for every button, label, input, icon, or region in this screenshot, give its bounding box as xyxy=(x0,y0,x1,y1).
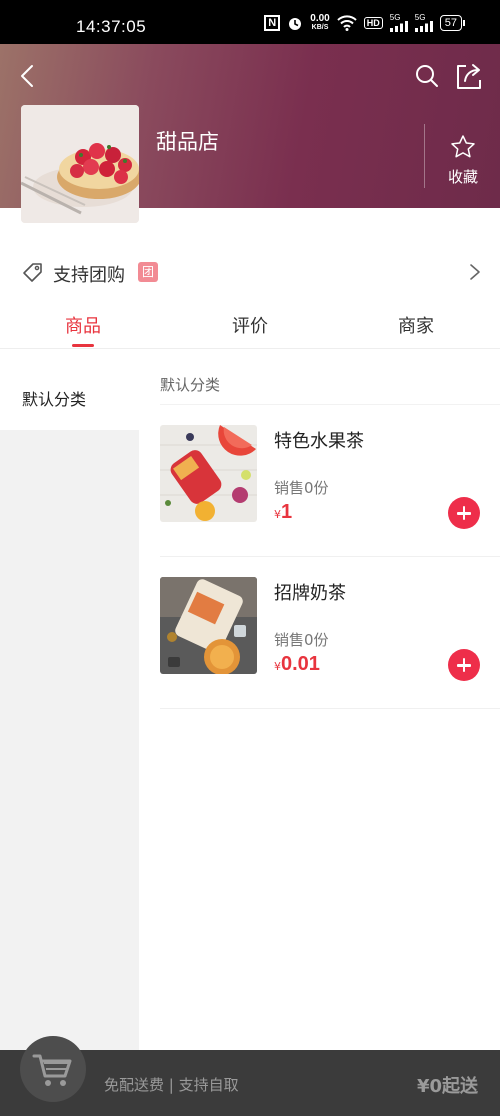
signal-2-label: 5G xyxy=(414,13,426,22)
share-icon xyxy=(457,64,481,89)
milk-tea-image xyxy=(160,577,257,674)
back-arrow-icon xyxy=(21,65,33,87)
battery-icon: 57 xyxy=(439,15,466,31)
star-icon xyxy=(451,135,475,158)
store-header: 甜品店 收藏 xyxy=(0,44,500,223)
product-item[interactable]: 招牌奶茶 销售0份 ¥0.01 xyxy=(160,557,500,709)
cart-bar: 免配送费 | 支持自取 ¥0起送 xyxy=(0,1036,500,1116)
active-tab-indicator xyxy=(72,344,94,347)
group-buy-row[interactable]: 支持团购 团 xyxy=(0,246,500,298)
group-buy-label: 支持团购 xyxy=(53,265,125,286)
nfc-icon: N xyxy=(264,15,281,31)
network-speed: 0.00 KB/S xyxy=(310,14,329,32)
back-button[interactable] xyxy=(14,62,42,90)
product-name: 特色水果茶 xyxy=(274,431,364,452)
sidebar-item-label: 默认分类 xyxy=(22,390,87,409)
tab-reviews[interactable]: 评价 xyxy=(232,312,268,338)
sidebar-item-default[interactable]: 默认分类 xyxy=(0,350,139,430)
search-button[interactable] xyxy=(413,62,441,90)
signal-1-label: 5G xyxy=(389,13,401,22)
status-bar: 14:37:05 N 0.00 KB/S HD 5G 5G 57 xyxy=(0,0,500,44)
share-button[interactable] xyxy=(452,60,484,92)
product-price: ¥0.01 xyxy=(274,653,320,676)
chevron-right-icon xyxy=(470,264,480,280)
category-title: 默认分类 xyxy=(160,376,221,394)
status-icons: N 0.00 KB/S HD 5G 5G 57 xyxy=(264,13,466,32)
add-to-cart-button[interactable] xyxy=(448,649,480,681)
product-sales: 销售0份 xyxy=(274,479,329,497)
product-price: ¥1 xyxy=(274,501,292,524)
category-sidebar: 默认分类 xyxy=(0,350,139,1050)
delivery-info: 免配送费 | 支持自取 xyxy=(104,1076,239,1094)
product-image xyxy=(160,425,257,522)
signal-icon-2: 5G xyxy=(414,13,433,32)
cart-button[interactable] xyxy=(20,1036,86,1102)
tab-bar: 商品 评价 商家 xyxy=(0,302,500,349)
shopping-cart-icon xyxy=(32,1054,72,1086)
store-name: 甜品店 xyxy=(156,130,219,154)
strawberry-tart-image xyxy=(21,105,139,223)
add-to-cart-button[interactable] xyxy=(448,497,480,529)
product-image xyxy=(160,577,257,674)
tag-icon xyxy=(23,263,42,282)
signal-icon-1: 5G xyxy=(389,13,408,32)
product-item[interactable]: 特色水果茶 销售0份 ¥1 xyxy=(160,405,500,557)
search-icon xyxy=(416,65,438,87)
speed-value: 0.00 xyxy=(310,13,330,24)
status-time: 14:37:05 xyxy=(76,17,147,36)
hd-icon: HD xyxy=(363,17,383,29)
tab-merchant[interactable]: 商家 xyxy=(398,312,434,338)
price-value: 0.01 xyxy=(281,653,320,675)
product-sales: 销售0份 xyxy=(274,631,329,649)
store-image xyxy=(21,105,139,223)
product-name: 招牌奶茶 xyxy=(274,583,346,604)
fruit-tea-image xyxy=(160,425,257,522)
favorite-button[interactable]: 收藏 xyxy=(440,134,486,190)
wifi-icon xyxy=(337,15,357,31)
tab-products[interactable]: 商品 xyxy=(65,312,101,338)
price-value: 1 xyxy=(281,501,293,523)
alarm-icon xyxy=(287,15,303,31)
favorite-divider xyxy=(424,124,425,188)
minimum-order: ¥0起送 xyxy=(416,1076,478,1097)
price-currency: ¥ xyxy=(274,660,281,673)
price-currency: ¥ xyxy=(274,508,281,521)
favorite-label: 收藏 xyxy=(447,168,478,186)
speed-unit: KB/S xyxy=(311,24,329,31)
group-buy-badge: 团 xyxy=(138,262,158,282)
